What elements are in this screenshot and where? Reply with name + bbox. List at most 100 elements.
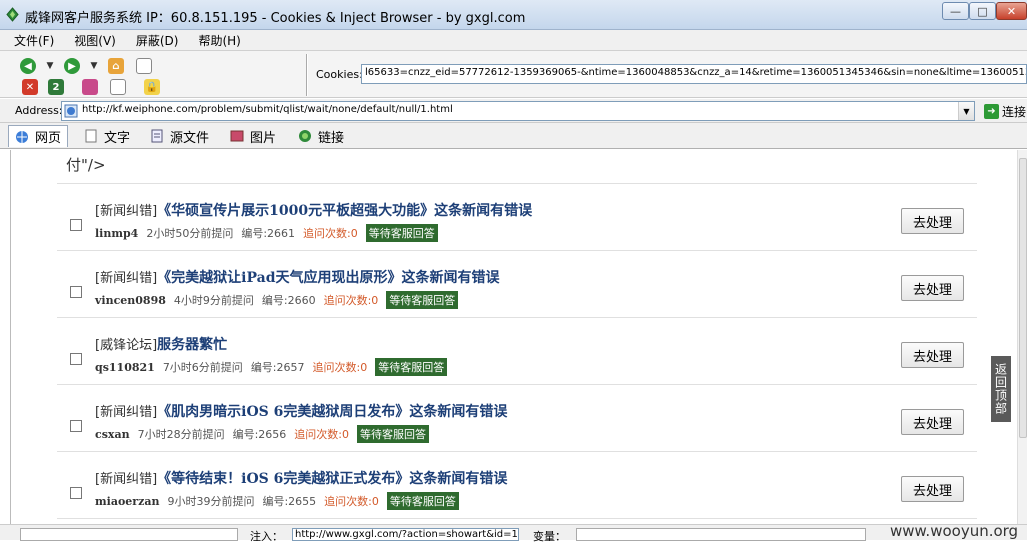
- row-number: 编号:2655: [262, 495, 317, 508]
- go-button[interactable]: ➜ 连接: [984, 102, 1027, 120]
- inject-url-input[interactable]: http://www.gxgl.com/?action=showart&id=1…: [292, 528, 519, 541]
- bottom-field[interactable]: [20, 528, 238, 541]
- tab-label: 图片: [250, 130, 277, 146]
- row-heading: [新闻纠错]《等待结束！iOS 6完美越狱正式发布》这条新闻有错误: [95, 468, 507, 488]
- menu-view[interactable]: 视图(V): [74, 32, 124, 49]
- tab-source[interactable]: 源文件: [144, 125, 215, 147]
- watermark: www.wooyun.org: [890, 522, 1019, 540]
- row-heading: [新闻纠错]《肌肉男暗示iOS 6完美越狱周日发布》这条新闻有错误: [95, 401, 507, 421]
- row-checkbox[interactable]: [70, 487, 82, 499]
- row-meta: vincen0898 4小时9分前提问 编号:2660 追问次数:0 等待客服回…: [95, 291, 459, 309]
- go-label: 连接: [1002, 104, 1027, 119]
- row-category: [新闻纠错]: [95, 472, 158, 487]
- row-checkbox[interactable]: [70, 219, 82, 231]
- row-user[interactable]: miaoerzan: [95, 495, 159, 508]
- row-checkbox[interactable]: [70, 353, 82, 365]
- image-icon: [230, 130, 244, 142]
- status-badge: 等待客服回答: [386, 492, 459, 510]
- row-number: 编号:2656: [232, 428, 287, 441]
- cookie-icon[interactable]: [82, 79, 98, 95]
- link-icon: [299, 130, 311, 142]
- inject-label: 注入：: [250, 530, 283, 543]
- cookies-label: Cookies:: [316, 68, 363, 81]
- row-meta: csxan 7小时28分前提问 编号:2656 追问次数:0 等待客服回答: [95, 425, 429, 443]
- row-time: 7小时6分前提问: [162, 361, 243, 374]
- address-input[interactable]: http://kf.weiphone.com/problem/submit/ql…: [61, 101, 975, 121]
- cookies-field[interactable]: l65633=cnzz_eid=57772612-1359369065-&nti…: [361, 64, 1027, 84]
- toolbar: ◀ ▼ ▶ ▼ ⌂ ✕ 2 🔒 Cookies: l65633=cnzz_eid…: [0, 51, 1027, 98]
- row-user[interactable]: qs110821: [95, 361, 155, 374]
- row-meta: linmp4 2小时50分前提问 编号:2661 追问次数:0 等待客服回答: [95, 224, 438, 242]
- status-badge: 等待客服回答: [365, 224, 438, 242]
- tab-links[interactable]: 链接: [292, 125, 350, 147]
- stop-icon[interactable]: ✕: [22, 79, 38, 95]
- row-heading: [新闻纠错]《完美越狱让iPad天气应用现出原形》这条新闻有错误: [95, 267, 500, 287]
- menu-help[interactable]: 帮助(H): [198, 32, 248, 49]
- tab-images[interactable]: 图片: [224, 125, 282, 147]
- row-time: 9小时39分前提问: [167, 495, 255, 508]
- row-user[interactable]: vincen0898: [95, 294, 166, 307]
- row-heading: [新闻纠错]《华硕宣传片展示1000元平板超强大功能》这条新闻有错误: [95, 200, 532, 220]
- row-user[interactable]: linmp4: [95, 227, 138, 240]
- row-ask-count: 追问次数:0: [324, 495, 379, 508]
- title-bar: 威锋网客户服务系统 IP：60.8.151.195 - Cookies & In…: [0, 0, 1027, 30]
- tab-text[interactable]: 文字: [78, 125, 136, 147]
- lock-icon[interactable]: 🔒: [144, 79, 160, 95]
- app-logo-icon: [6, 7, 19, 22]
- refresh-icon[interactable]: 2: [48, 79, 64, 95]
- new-page-icon[interactable]: [136, 58, 152, 74]
- nav-toolbar: ◀ ▼ ▶ ▼ ⌂ ✕ 2 🔒: [12, 54, 304, 96]
- window-title: 威锋网客户服务系统 IP：60.8.151.195 - Cookies & In…: [25, 11, 526, 26]
- page-viewport: 付"/> [新闻纠错]《华硕宣传片展示1000元平板超强大功能》这条新闻有错误 …: [10, 150, 1017, 524]
- handle-button[interactable]: 去处理: [901, 342, 964, 368]
- address-label: Address:: [15, 104, 63, 117]
- row-time: 4小时9分前提问: [173, 294, 254, 307]
- row-title-link[interactable]: 《肌肉男暗示iOS 6完美越狱周日发布》这条新闻有错误: [157, 404, 507, 420]
- row-ask-count: 追问次数:0: [323, 294, 379, 307]
- back-icon[interactable]: ◀: [20, 58, 36, 74]
- minimize-button[interactable]: —: [942, 2, 969, 20]
- minimize-icon: —: [950, 4, 961, 18]
- menu-block[interactable]: 屏蔽(D): [136, 32, 187, 49]
- row-category: [新闻纠错]: [95, 271, 158, 286]
- back-dropdown-icon[interactable]: ▼: [42, 58, 58, 74]
- row-title-link[interactable]: 《完美越狱让iPad天气应用现出原形》这条新闻有错误: [157, 270, 499, 286]
- row-title-link[interactable]: 服务器繁忙: [157, 337, 227, 353]
- handle-button[interactable]: 去处理: [901, 476, 964, 502]
- close-button[interactable]: ✕: [996, 2, 1027, 20]
- row-title-link[interactable]: 《等待结束！iOS 6完美越狱正式发布》这条新闻有错误: [157, 471, 507, 487]
- question-row: [新闻纠错]《完美越狱让iPad天气应用现出原形》这条新闻有错误 vincen0…: [57, 251, 977, 318]
- handle-button[interactable]: 去处理: [901, 409, 964, 435]
- row-heading: [威锋论坛]服务器繁忙: [95, 334, 227, 354]
- row-checkbox[interactable]: [70, 420, 82, 432]
- row-checkbox[interactable]: [70, 286, 82, 298]
- forward-icon[interactable]: ▶: [64, 58, 80, 74]
- menu-file[interactable]: 文件(F): [14, 32, 62, 49]
- row-ask-count: 追问次数:0: [294, 428, 349, 441]
- row-category: [新闻纠错]: [95, 204, 158, 219]
- copy-icon[interactable]: [110, 79, 126, 95]
- row-title-link[interactable]: 《华硕宣传片展示1000元平板超强大功能》这条新闻有错误: [157, 203, 532, 219]
- row-time: 2小时50分前提问: [146, 227, 234, 240]
- home-icon[interactable]: ⌂: [108, 58, 124, 74]
- page-icon: [64, 104, 78, 118]
- variable-input[interactable]: [576, 528, 866, 541]
- source-file-icon: [151, 129, 163, 143]
- address-dropdown-icon[interactable]: ▼: [958, 102, 974, 120]
- view-tabs: 网页 文字 源文件 图片 链接: [0, 123, 1027, 149]
- back-to-top-button[interactable]: 返回顶部: [991, 356, 1011, 422]
- handle-button[interactable]: 去处理: [901, 208, 964, 234]
- maximize-icon: □: [977, 4, 988, 18]
- variable-label: 变量：: [533, 530, 566, 543]
- row-number: 编号:2661: [241, 227, 296, 240]
- row-number: 编号:2660: [261, 294, 316, 307]
- maximize-button[interactable]: □: [969, 2, 996, 20]
- row-user[interactable]: csxan: [95, 428, 130, 441]
- row-ask-count: 追问次数:0: [312, 361, 368, 374]
- scrollbar-thumb[interactable]: [1019, 158, 1027, 438]
- forward-dropdown-icon[interactable]: ▼: [86, 58, 102, 74]
- question-row: [威锋论坛]服务器繁忙 qs110821 7小时6分前提问 编号:2657 追问…: [57, 318, 977, 385]
- status-badge: 等待客服回答: [357, 425, 429, 443]
- tab-webpage[interactable]: 网页: [8, 125, 69, 147]
- handle-button[interactable]: 去处理: [901, 275, 964, 301]
